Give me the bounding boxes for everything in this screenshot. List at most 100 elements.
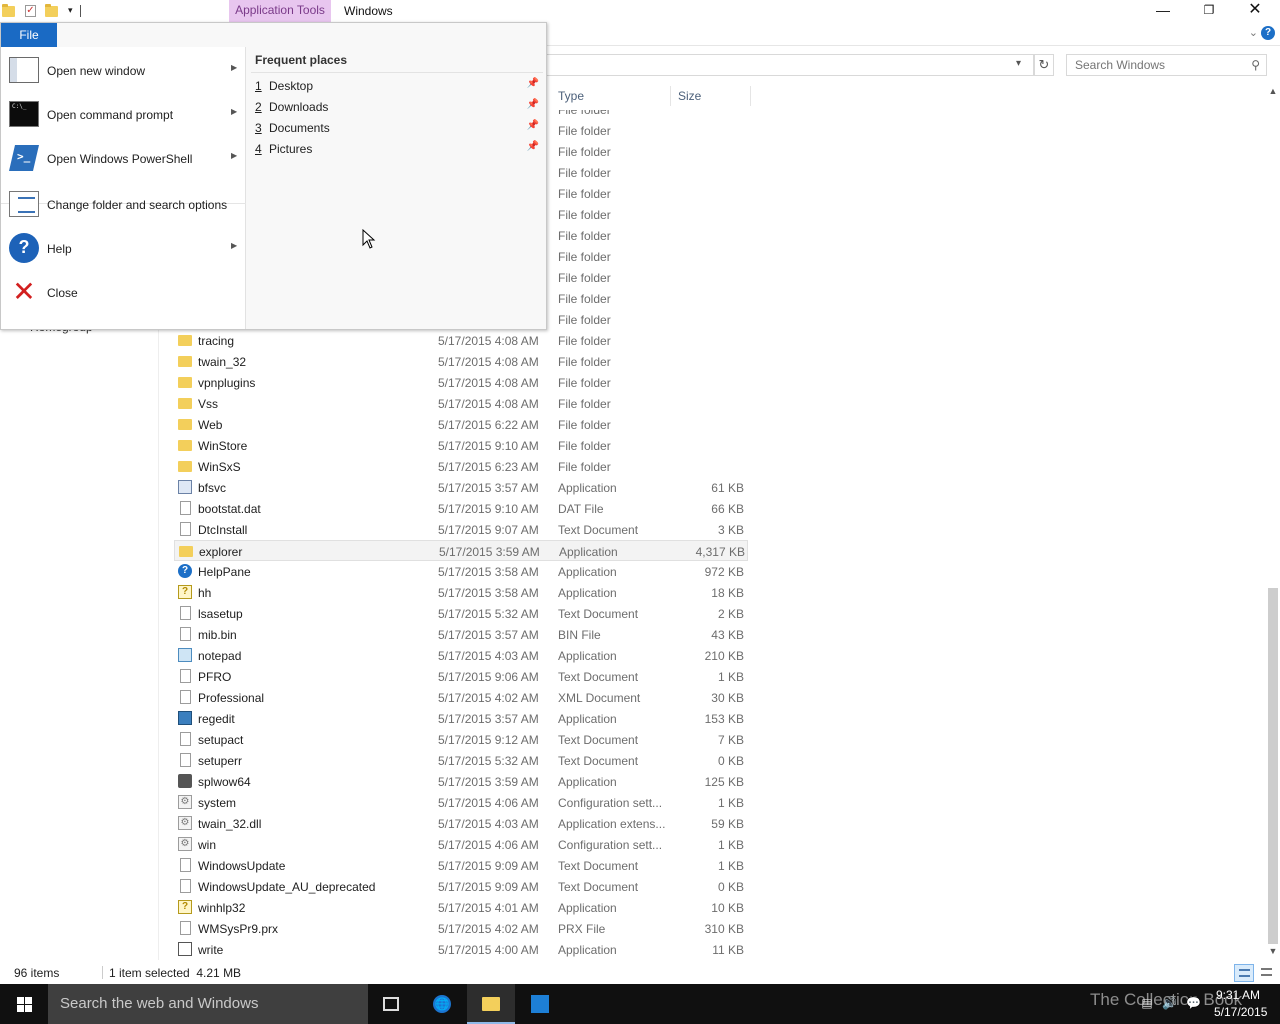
search-box[interactable]: ⚲ [1066, 54, 1267, 76]
file-row[interactable]: WindowsUpdate 5/17/2015 9:09 AM Text Docum… [174, 855, 748, 876]
file-row[interactable]: mib.bin 5/17/2015 3:57 AM BIN File 43 KB [174, 624, 748, 645]
mouse-cursor-icon [362, 229, 376, 249]
file-row[interactable]: PFRO 5/17/2015 9:06 AM Text Document 1 KB [174, 666, 748, 687]
file-row[interactable]: setuperr 5/17/2015 5:32 AM Text Document 0 … [174, 750, 748, 771]
pin-icon[interactable]: 📌 [527, 141, 539, 152]
file-row[interactable]: ⚙ system 5/17/2015 4:06 AM Configuration se… [174, 792, 748, 813]
network-icon[interactable]: ▤ [1140, 996, 1154, 1010]
scroll-up-arrow[interactable]: ▲ [1266, 86, 1280, 100]
frequent-place-downloads[interactable]: 2 Downloads 📌 [255, 96, 543, 117]
file-row[interactable]: Web 5/17/2015 6:22 AM File folder [174, 414, 748, 435]
open-powershell-item[interactable]: Open Windows PowerShell ▶ [1, 137, 246, 179]
minimize-button[interactable]: — [1140, 0, 1186, 22]
refresh-button[interactable]: ↻ [1034, 54, 1054, 76]
file-row[interactable]: bfsvc 5/17/2015 3:57 AM Application 61 KB [174, 477, 748, 498]
folder-icon[interactable] [2, 3, 15, 17]
file-size: 59 KB [711, 817, 744, 831]
help-item[interactable]: ? Help ▶ [1, 227, 246, 269]
frequent-place-desktop[interactable]: 1 Desktop 📌 [255, 75, 543, 96]
file-row[interactable]: vpnplugins 5/17/2015 4:08 AM File folder [174, 372, 748, 393]
customize-toolbar-icon[interactable]: ▾ [68, 5, 76, 17]
new-folder-icon[interactable] [45, 3, 58, 17]
file-row[interactable]: ? winhlp32 5/17/2015 4:01 AM Application 10 … [174, 897, 748, 918]
file-row[interactable]: ⚙ win 5/17/2015 4:06 AM Configuration sett.… [174, 834, 748, 855]
pin-icon[interactable]: 📌 [527, 78, 539, 89]
start-button[interactable] [0, 984, 48, 1024]
file-row[interactable]: DtcInstall 5/17/2015 9:07 AM Text Document… [174, 519, 748, 540]
frequent-places-heading: Frequent places [255, 53, 348, 67]
expand-ribbon-icon[interactable]: ⌄ [1249, 26, 1258, 39]
file-row[interactable]: twain_32 5/17/2015 4:08 AM File folder [174, 351, 748, 372]
taskbar-file-explorer[interactable] [467, 984, 515, 1024]
file-row[interactable]: explorer 5/17/2015 3:59 AM Application 4,31… [174, 540, 748, 561]
search-input[interactable] [1067, 55, 1237, 75]
restore-button[interactable]: ❐ [1186, 0, 1232, 22]
pane-divider[interactable] [158, 330, 159, 960]
open-new-window-item[interactable]: Open new window ▶ [1, 49, 246, 91]
file-row[interactable]: WindowsUpdate_AU_deprecated 5/17/2015 9:0… [174, 876, 748, 897]
file-row[interactable]: ? HelpPane 5/17/2015 3:58 AM Application 972… [174, 561, 748, 582]
file-row[interactable]: setupact 5/17/2015 9:12 AM Text Document 7 … [174, 729, 748, 750]
column-divider[interactable] [750, 86, 751, 106]
status-separator [102, 966, 103, 979]
column-header-type[interactable]: Type [558, 89, 584, 103]
file-date: 5/17/2015 4:02 AM [438, 922, 539, 936]
action-center-icon[interactable]: 💬 [1186, 996, 1201, 1010]
file-row[interactable]: notepad 5/17/2015 4:03 AM Application 210 K… [174, 645, 748, 666]
close-window-button[interactable]: ✕ [1232, 0, 1278, 22]
frequent-place-documents[interactable]: 3 Documents 📌 [255, 117, 543, 138]
volume-icon[interactable]: 🔊 [1162, 996, 1177, 1010]
file-type: DAT File [558, 502, 604, 516]
file-size: 310 KB [704, 922, 744, 936]
large-icons-view-button[interactable] [1257, 964, 1275, 982]
pin-icon[interactable]: 📌 [527, 120, 539, 131]
file-size: 972 KB [704, 565, 744, 579]
file-row[interactable]: Professional 5/17/2015 4:02 AM XML Documen… [174, 687, 748, 708]
column-header-size[interactable]: Size [678, 89, 701, 103]
taskbar-store[interactable] [516, 984, 564, 1024]
file-row[interactable]: ⚙ twain_32.dll 5/17/2015 4:03 AM Applicatio… [174, 813, 748, 834]
details-view-button[interactable] [1234, 964, 1254, 982]
file-type: Text Document [558, 733, 639, 747]
file-date: 5/17/2015 3:58 AM [438, 565, 539, 579]
file-row[interactable]: write 5/17/2015 4:00 AM Application 11 KB [174, 939, 748, 960]
address-history-dropdown[interactable]: ▾ [1016, 58, 1021, 69]
taskbar-browser[interactable]: 🌐 [418, 984, 466, 1024]
close-item[interactable]: ✕ Close [1, 271, 246, 313]
change-folder-options-item[interactable]: Change folder and search options [1, 183, 246, 225]
file-name: lsasetup [198, 607, 243, 621]
taskbar-search-box[interactable]: Search the web and Windows [48, 984, 368, 1024]
file-name: WinStore [198, 439, 248, 453]
file-date: 5/17/2015 4:01 AM [438, 901, 539, 915]
clock-time[interactable]: 9:31 AM [1216, 988, 1260, 1002]
search-icon[interactable]: ⚲ [1251, 58, 1260, 72]
file-date: 5/17/2015 9:06 AM [438, 670, 539, 684]
open-command-prompt-item[interactable]: Open command prompt ▶ [1, 93, 246, 135]
file-row[interactable]: lsasetup 5/17/2015 5:32 AM Text Document 2 … [174, 603, 748, 624]
scroll-down-arrow[interactable]: ▼ [1266, 946, 1280, 960]
application-tools-tab[interactable]: Application Tools [229, 0, 331, 22]
file-size: 4,317 KB [695, 545, 745, 559]
file-row[interactable]: WinSxS 5/17/2015 6:23 AM File folder [174, 456, 748, 477]
file-row[interactable]: tracing 5/17/2015 4:08 AM File folder [174, 330, 748, 351]
file-row[interactable]: splwow64 5/17/2015 3:59 AM Application 125 … [174, 771, 748, 792]
file-row[interactable]: regedit 5/17/2015 3:57 AM Application 153 K… [174, 708, 748, 729]
help-button[interactable]: ? [1261, 26, 1275, 40]
file-row[interactable]: ? hh 5/17/2015 3:58 AM Application 18 KB [174, 582, 748, 603]
column-divider[interactable] [670, 86, 671, 106]
task-view-button[interactable] [368, 984, 416, 1024]
pin-icon[interactable]: 📌 [527, 99, 539, 110]
taskbar: Search the web and Windows 🌐 The Collect… [0, 984, 1280, 1024]
file-name: twain_32 [198, 355, 247, 369]
clock-date[interactable]: 5/17/2015 [1214, 1005, 1267, 1019]
frequent-place-pictures[interactable]: 4 Pictures 📌 [255, 138, 543, 159]
address-bar[interactable] [546, 54, 1034, 76]
file-row[interactable]: WMSysPr9.prx 5/17/2015 4:02 AM PRX File 310… [174, 918, 748, 939]
file-row[interactable]: bootstat.dat 5/17/2015 9:10 AM DAT File 66 … [174, 498, 748, 519]
properties-icon[interactable]: ✓ [25, 5, 37, 17]
file-row[interactable]: Vss 5/17/2015 4:08 AM File folder [174, 393, 748, 414]
file-row[interactable]: WinStore 5/17/2015 9:10 AM File folder [174, 435, 748, 456]
file-type: File folder [558, 292, 611, 306]
file-tab[interactable]: File [1, 23, 57, 47]
scrollbar-thumb[interactable] [1268, 588, 1278, 944]
